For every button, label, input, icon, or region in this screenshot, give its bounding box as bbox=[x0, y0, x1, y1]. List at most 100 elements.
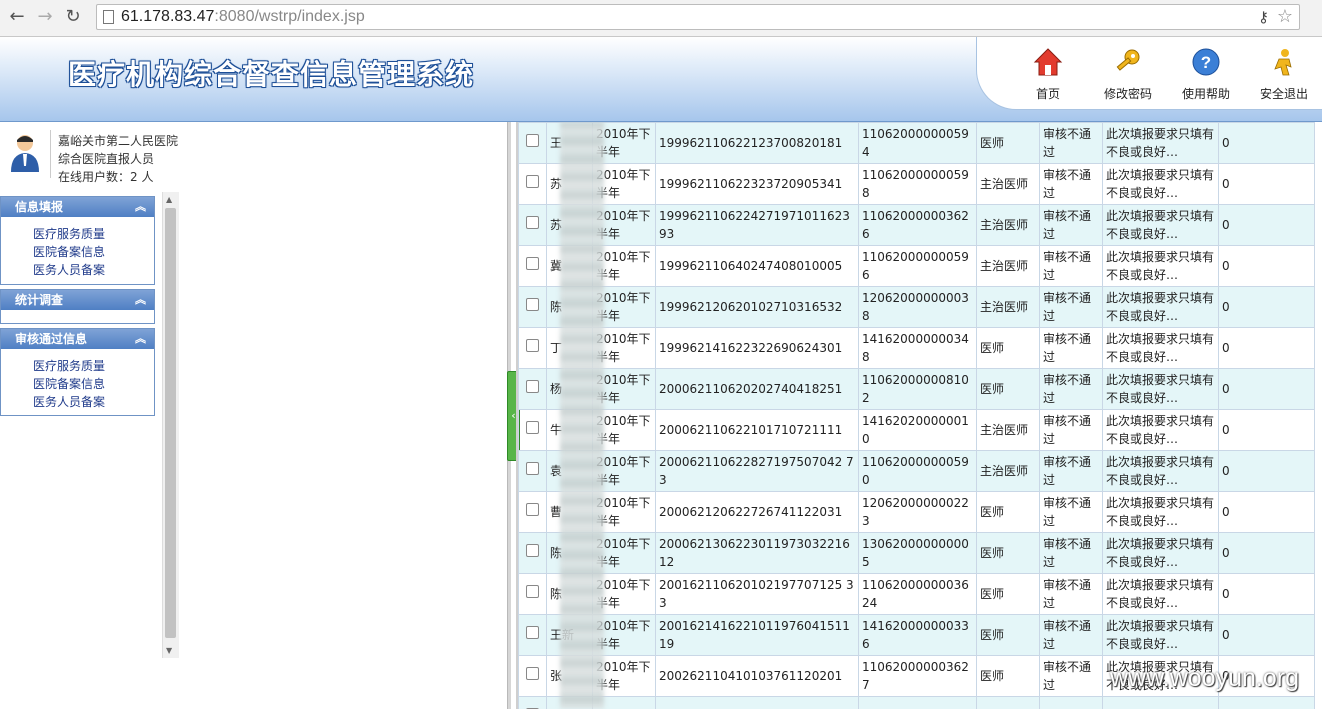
table-row: 袁 2010年下半年 200062110622827197507042 73 1106… bbox=[518, 450, 1315, 492]
key-icon bbox=[1116, 49, 1140, 71]
row-checkbox[interactable] bbox=[526, 298, 539, 311]
address-bar[interactable]: 61.178.83.47:8080/wstrp/index.jsp ⚷ ☆ bbox=[96, 4, 1300, 30]
status-cell: 审核不通过 bbox=[1039, 163, 1103, 205]
row-select-cell bbox=[518, 327, 547, 369]
cert-code-cell: 1106200000003624 bbox=[858, 573, 977, 615]
menu-item-staff-record[interactable]: 医务人员备案 bbox=[1, 261, 154, 279]
title-cell: 医师 bbox=[976, 614, 1040, 656]
user-role: 综合医院直报人员 bbox=[58, 152, 155, 166]
row-checkbox[interactable] bbox=[526, 667, 539, 680]
key-icon[interactable]: ⚷ bbox=[1258, 8, 1269, 26]
row-select-cell bbox=[518, 614, 547, 656]
logout-button[interactable]: 安全退出 bbox=[1249, 47, 1319, 102]
title-cell: 医师 bbox=[976, 327, 1040, 369]
row-checkbox[interactable] bbox=[526, 339, 539, 352]
url-text[interactable]: 61.178.83.47:8080/wstrp/index.jsp bbox=[121, 8, 365, 26]
title-cell: 医师 bbox=[976, 491, 1040, 533]
status-cell: 审核不通过 bbox=[1039, 327, 1103, 369]
row-checkbox[interactable] bbox=[526, 421, 539, 434]
status-cell: 审核不通过 bbox=[1039, 368, 1103, 410]
id-number-cell: 200162110620102197707125 33 bbox=[655, 573, 859, 615]
row-select-cell bbox=[518, 204, 547, 246]
forward-icon[interactable]: → bbox=[34, 6, 56, 28]
menu-item-service-quality[interactable]: 医疗服务质量 bbox=[1, 225, 154, 243]
title-cell: 主治医师 bbox=[976, 163, 1040, 205]
help-icon: ? bbox=[1192, 48, 1220, 76]
row-checkbox[interactable] bbox=[526, 626, 539, 639]
row-checkbox[interactable] bbox=[526, 503, 539, 516]
status-cell: 审核不通过 bbox=[1039, 450, 1103, 492]
note-cell: 此次填报要求只填有不良或良好… bbox=[1102, 327, 1219, 369]
menu-item-hospital-record[interactable]: 医院备案信息 bbox=[1, 243, 154, 261]
home-button[interactable]: 首页 bbox=[1013, 47, 1083, 102]
sidebar-scrollbar[interactable]: ▲ ▼ bbox=[162, 192, 179, 658]
app-title: 医疗机构综合督查信息管理系统 bbox=[68, 58, 475, 91]
row-checkbox[interactable] bbox=[526, 380, 539, 393]
count-cell: 0 bbox=[1218, 327, 1315, 369]
svg-text:?: ? bbox=[1201, 53, 1211, 72]
note-cell: 此次填报要求只填有不良或良好… bbox=[1102, 368, 1219, 410]
count-cell: 0 bbox=[1218, 491, 1315, 533]
count-cell: 0 bbox=[1218, 614, 1315, 656]
change-password-button[interactable]: 修改密码 bbox=[1093, 47, 1163, 102]
cert-code-cell: 110620000003626 bbox=[858, 204, 977, 246]
status-cell: 审核不通过 bbox=[1039, 204, 1103, 246]
menu-item-staff-record[interactable]: 医务人员备案 bbox=[1, 393, 154, 411]
section-header[interactable]: 统计调查 ︽ bbox=[1, 290, 154, 310]
title-cell: 主治医师 bbox=[976, 286, 1040, 328]
table-row: 杨 2010年下半年 200062110620202740418251 1106200… bbox=[518, 368, 1315, 410]
count-cell: 0 bbox=[1218, 286, 1315, 328]
table-row: 陈 2010年下半年 200062130622301197303221612 1306… bbox=[518, 532, 1315, 574]
section-header[interactable]: 信息填报 ︽ bbox=[1, 197, 154, 217]
menu-item-service-quality[interactable]: 医疗服务质量 bbox=[1, 357, 154, 375]
id-number-cell bbox=[655, 696, 859, 709]
scroll-up-icon[interactable]: ▲ bbox=[166, 195, 172, 204]
note-cell: 此次填报要求只填有不良或良好… bbox=[1102, 409, 1219, 451]
collapse-icon[interactable]: ︽ bbox=[135, 197, 146, 217]
cert-code-cell bbox=[858, 696, 977, 709]
online-count: 在线用户数：2 人 bbox=[58, 170, 154, 184]
avatar bbox=[11, 135, 39, 172]
table-row: 陈 2010年下半年 199962120620102710316532 1206200… bbox=[518, 286, 1315, 328]
row-checkbox[interactable] bbox=[526, 257, 539, 270]
row-checkbox[interactable] bbox=[526, 216, 539, 229]
cert-code-cell: 130620000000005 bbox=[858, 532, 977, 574]
row-select-cell bbox=[518, 573, 547, 615]
status-cell: 审核不通过 bbox=[1039, 491, 1103, 533]
results-table: 王 2010年下半年 199962110622123700820181 1106200… bbox=[518, 122, 1315, 709]
back-icon[interactable]: ← bbox=[6, 6, 28, 28]
menu-item-hospital-record[interactable]: 医院备案信息 bbox=[1, 375, 154, 393]
note-cell: 此次填报要求只填有不良或良好… bbox=[1102, 532, 1219, 574]
scroll-down-icon[interactable]: ▼ bbox=[166, 646, 172, 655]
row-checkbox[interactable] bbox=[526, 462, 539, 475]
row-checkbox[interactable] bbox=[526, 544, 539, 557]
row-select-cell bbox=[518, 532, 547, 574]
note-cell: 此次填报要求只填有 bbox=[1102, 696, 1219, 709]
note-cell: 此次填报要求只填有不良或良好… bbox=[1102, 573, 1219, 615]
section-header[interactable]: 审核通过信息 ︽ bbox=[1, 329, 154, 349]
scroll-thumb[interactable] bbox=[165, 208, 176, 638]
table-row: 陈 2010年下半年 200162110620102197707125 33 1106… bbox=[518, 573, 1315, 615]
title-cell bbox=[976, 696, 1040, 709]
title-cell: 医师 bbox=[976, 532, 1040, 574]
cert-code-cell: 141620000000348 bbox=[858, 327, 977, 369]
app-header: 医疗机构综合督查信息管理系统 首页 修改密码 ? 使用帮助 安全退出 bbox=[0, 37, 1322, 122]
id-number-cell: 200062130622301197303221612 bbox=[655, 532, 859, 574]
status-cell: 审核不通过 bbox=[1039, 245, 1103, 287]
left-sidebar: 嘉峪关市第二人民医院 综合医院直报人员 在线用户数：2 人 信息填报 ︽ 医疗服务… bbox=[0, 122, 180, 709]
row-select-cell bbox=[518, 368, 547, 410]
help-button[interactable]: ? 使用帮助 bbox=[1171, 47, 1241, 102]
status-cell: 审核不通过 bbox=[1039, 614, 1103, 656]
row-checkbox[interactable] bbox=[526, 175, 539, 188]
collapse-icon[interactable]: ︽ bbox=[135, 329, 146, 349]
reload-icon[interactable]: ↻ bbox=[62, 6, 84, 28]
bookmark-star-icon[interactable]: ☆ bbox=[1277, 6, 1293, 27]
row-checkbox[interactable] bbox=[526, 585, 539, 598]
collapse-icon[interactable]: ︽ bbox=[135, 290, 146, 310]
row-checkbox[interactable] bbox=[526, 134, 539, 147]
note-cell: 此次填报要求只填有不良或良好… bbox=[1102, 122, 1219, 164]
status-cell: 审核不通过 bbox=[1039, 122, 1103, 164]
note-cell: 此次填报要求只填有不良或良好… bbox=[1102, 163, 1219, 205]
cert-code-cell: 110620000008102 bbox=[858, 368, 977, 410]
section-statistics: 统计调查 ︽ bbox=[0, 289, 155, 324]
